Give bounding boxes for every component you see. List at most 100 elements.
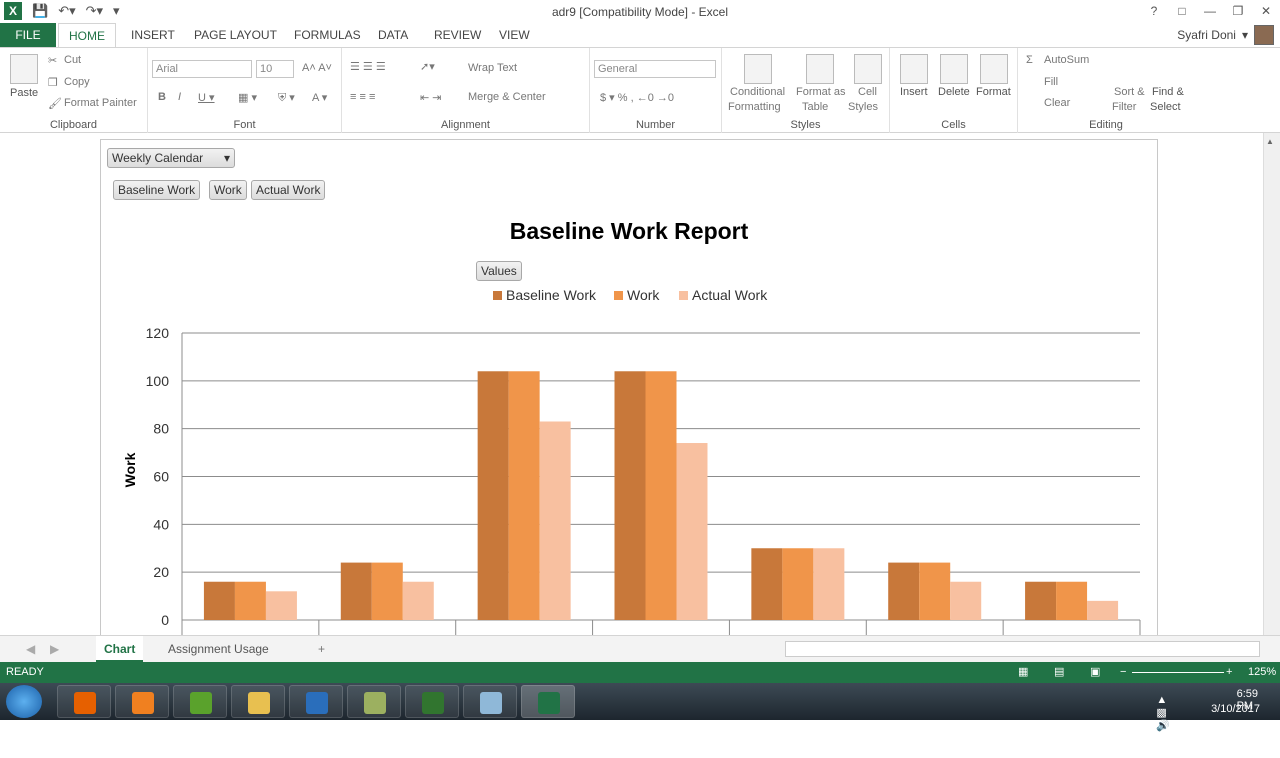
indent-icon[interactable]: ⇤ ⇥ [420, 91, 442, 104]
cell-label[interactable]: Cell [858, 86, 877, 98]
tab-review[interactable]: REVIEW [434, 23, 481, 47]
file-explorer-taskbar-button[interactable] [231, 685, 285, 718]
fill-button[interactable]: Fill [1044, 76, 1058, 88]
autosum-button[interactable]: AutoSum [1044, 54, 1089, 66]
font-size-select[interactable]: 10 [256, 60, 294, 78]
zoom-level[interactable]: 125% [1248, 662, 1276, 683]
project-taskbar-button[interactable] [405, 685, 459, 718]
bar-work[interactable] [645, 371, 677, 620]
field-button-work[interactable]: Work [209, 180, 247, 200]
bar-actual-work[interactable] [539, 421, 571, 620]
media-player-taskbar-button[interactable] [115, 685, 169, 718]
filter-button[interactable]: Filter [1112, 101, 1136, 113]
align-left-icon[interactable]: ≡ ≡ ≡ [350, 91, 375, 103]
format-as-table-icon[interactable] [806, 54, 834, 84]
table-label[interactable]: Table [802, 101, 828, 113]
format-painter-icon[interactable]: 🖌 [48, 97, 62, 110]
tab-page-layout[interactable]: PAGE LAYOUT [194, 23, 277, 47]
insert-button[interactable]: Insert [900, 86, 928, 98]
copy-button[interactable]: Copy [64, 76, 90, 88]
weekly-calendar-filter[interactable]: Weekly Calendar ▾ [107, 148, 235, 168]
field-button-baseline-work[interactable]: Baseline Work [113, 180, 201, 200]
number-format-select[interactable]: General [594, 60, 716, 78]
styles-button-label[interactable]: Styles [848, 101, 878, 113]
zoom-slider[interactable] [1132, 672, 1224, 673]
next-sheet-icon[interactable]: ▶ [42, 636, 67, 662]
align-top-icon[interactable]: ☰ ☰ ☰ [350, 60, 386, 73]
bar-work[interactable] [234, 581, 266, 620]
conditional-label[interactable]: Conditional [730, 86, 785, 98]
bar-baseline-work[interactable] [477, 371, 509, 620]
tab-data[interactable]: DATA [378, 23, 408, 47]
values-button[interactable]: Values [476, 261, 522, 281]
bar-actual-work[interactable] [676, 443, 708, 620]
scroll-up-icon[interactable]: ▲ [1266, 137, 1274, 146]
tray-icons[interactable]: ▲ ▩ 🔊 ▣ ✖ [1156, 694, 1170, 758]
mail-taskbar-button[interactable] [347, 685, 401, 718]
tab-insert[interactable]: INSERT [131, 23, 175, 47]
underline-icon[interactable]: U ▾ [198, 91, 215, 104]
currency-icon[interactable]: $ ▾ % , ←0 →0 [600, 91, 674, 104]
orientation-icon[interactable]: ➚▾ [420, 60, 435, 73]
italic-icon[interactable]: I [178, 91, 181, 103]
delete-button[interactable]: Delete [938, 86, 970, 98]
cut-button[interactable]: Cut [64, 54, 81, 66]
format-cells-icon[interactable] [980, 54, 1008, 84]
start-button[interactable] [6, 685, 42, 718]
user-account[interactable]: Syafri Doni ▾ [1177, 23, 1274, 47]
bar-work[interactable] [1056, 581, 1088, 620]
close-button[interactable]: ✕ [1252, 0, 1280, 22]
conditional-formatting-icon[interactable] [744, 54, 772, 84]
borders-icon[interactable]: ▦ ▾ [238, 91, 257, 104]
zoom-out-button[interactable]: − [1120, 662, 1126, 683]
lync-taskbar-button[interactable] [289, 685, 343, 718]
bar-actual-work[interactable] [402, 581, 434, 620]
page-break-view-icon[interactable]: ▣ [1090, 662, 1100, 683]
bar-baseline-work[interactable] [751, 548, 783, 620]
bar-actual-work[interactable] [265, 591, 297, 620]
bar-actual-work[interactable] [1087, 600, 1119, 620]
sheet-tab-assignment-usage[interactable]: Assignment Usage [160, 636, 277, 662]
tab-file[interactable]: FILE [0, 23, 56, 47]
select-button[interactable]: Select [1150, 101, 1181, 113]
font-color-icon[interactable]: A ▾ [312, 91, 327, 104]
clear-button[interactable]: Clear [1044, 97, 1070, 109]
horizontal-scrollbar[interactable] [785, 641, 1260, 657]
merge-center-button[interactable]: Merge & Center [468, 91, 546, 103]
sort-button[interactable]: Sort & [1114, 86, 1145, 98]
autosum-icon[interactable]: Σ [1026, 54, 1033, 66]
paste-button[interactable]: Paste [10, 87, 38, 99]
bar-baseline-work[interactable] [340, 562, 372, 620]
page-layout-view-icon[interactable]: ▤ [1054, 662, 1064, 683]
increase-font-icon[interactable]: A˄ A˅ [302, 62, 332, 74]
tab-formulas[interactable]: FORMULAS [294, 23, 361, 47]
bar-actual-work[interactable] [813, 548, 845, 620]
delete-cells-icon[interactable] [940, 54, 968, 84]
bar-work[interactable] [508, 371, 540, 620]
bar-work[interactable] [919, 562, 951, 620]
format-button[interactable]: Format [976, 86, 1011, 98]
zoom-in-button[interactable]: + [1226, 662, 1232, 683]
restore-button[interactable]: ❐ [1224, 0, 1252, 22]
worksheet-area[interactable]: Weekly Calendar ▾ Baseline Work Work Act… [0, 133, 1280, 639]
ribbon-options-icon[interactable]: □ [1168, 0, 1196, 22]
format-as-label[interactable]: Format as [796, 86, 846, 98]
tab-view[interactable]: VIEW [499, 23, 530, 47]
bar-baseline-work[interactable] [203, 581, 235, 620]
fill-color-icon[interactable]: ⛨ ▾ [278, 91, 295, 105]
format-painter-button[interactable]: Format Painter [64, 97, 137, 109]
normal-view-icon[interactable]: ▦ [1018, 662, 1028, 683]
formatting-label[interactable]: Formatting [728, 101, 781, 113]
project-green-taskbar-button[interactable] [173, 685, 227, 718]
clock-date[interactable]: 3/10/2017 [1211, 703, 1260, 715]
prev-sheet-icon[interactable]: ◀ [18, 636, 43, 662]
wrap-text-button[interactable]: Wrap Text [468, 62, 517, 74]
notepad-taskbar-button[interactable] [463, 685, 517, 718]
add-sheet-button[interactable]: + [310, 636, 333, 662]
bar-work[interactable] [782, 548, 814, 620]
firefox-taskbar-button[interactable] [57, 685, 111, 718]
find-button[interactable]: Find & [1152, 86, 1184, 98]
cell-styles-icon[interactable] [854, 54, 882, 84]
sheet-tab-chart[interactable]: Chart [96, 636, 144, 662]
minimize-button[interactable]: — [1196, 0, 1224, 22]
